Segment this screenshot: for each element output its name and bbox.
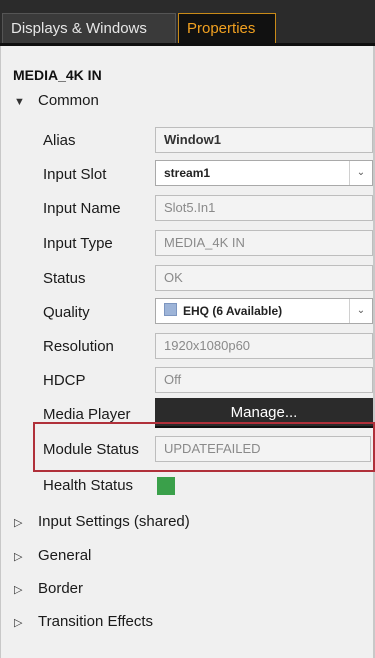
resolution-field: 1920x1080p60 <box>155 333 373 359</box>
module-status-highlight <box>33 422 375 472</box>
input-slot-value: stream1 <box>164 166 211 180</box>
input-slot-label: Input Slot <box>43 166 107 183</box>
tab-displays-windows[interactable]: Displays & Windows <box>2 13 176 43</box>
quality-value: EHQ (6 Available) <box>183 304 283 318</box>
input-name-label: Input Name <box>43 200 121 217</box>
hdcp-field: Off <box>155 367 373 393</box>
chevron-down-icon[interactable]: ⌄ <box>349 299 372 323</box>
section-border-label: Border <box>38 580 84 597</box>
section-input-settings-label: Input Settings (shared) <box>38 513 190 530</box>
section-general[interactable]: ▷ General <box>14 547 91 564</box>
health-status-label: Health Status <box>43 477 134 494</box>
input-type-field: MEDIA_4K IN <box>155 230 373 256</box>
collapsed-triangle-icon: ▷ <box>14 517 23 529</box>
collapsed-triangle-icon: ▷ <box>14 551 23 563</box>
alias-label: Alias <box>43 132 76 149</box>
status-label: Status <box>43 270 86 287</box>
chevron-down-icon[interactable]: ⌄ <box>349 161 372 185</box>
media-player-label: Media Player <box>43 406 131 423</box>
quality-select[interactable]: EHQ (6 Available) ⌄ <box>155 298 373 324</box>
section-transition-effects-label: Transition Effects <box>38 613 154 630</box>
collapsed-triangle-icon: ▷ <box>14 584 23 596</box>
section-input-settings[interactable]: ▷ Input Settings (shared) <box>14 513 190 530</box>
quality-swatch-icon <box>164 303 177 316</box>
section-general-label: General <box>38 547 92 564</box>
input-slot-select[interactable]: stream1 ⌄ <box>155 160 373 186</box>
status-field: OK <box>155 265 373 291</box>
section-common-label: Common <box>38 92 99 109</box>
input-type-label: Input Type <box>43 235 113 252</box>
section-border[interactable]: ▷ Border <box>14 580 83 597</box>
resolution-label: Resolution <box>43 338 114 355</box>
input-name-field: Slot5.In1 <box>155 195 373 221</box>
object-title: MEDIA_4K IN <box>13 67 102 83</box>
health-status-indicator <box>157 477 175 495</box>
quality-label: Quality <box>43 304 90 321</box>
hdcp-label: HDCP <box>43 372 86 389</box>
section-common[interactable]: ▼ Common <box>14 92 99 109</box>
tab-properties[interactable]: Properties <box>178 13 276 43</box>
alias-field[interactable]: Window1 <box>155 127 373 153</box>
section-transition-effects[interactable]: ▷ Transition Effects <box>14 613 153 630</box>
collapsed-triangle-icon: ▷ <box>14 617 23 629</box>
expanded-triangle-icon: ▼ <box>14 96 25 108</box>
tab-bar: Displays & Windows Properties <box>0 0 375 46</box>
